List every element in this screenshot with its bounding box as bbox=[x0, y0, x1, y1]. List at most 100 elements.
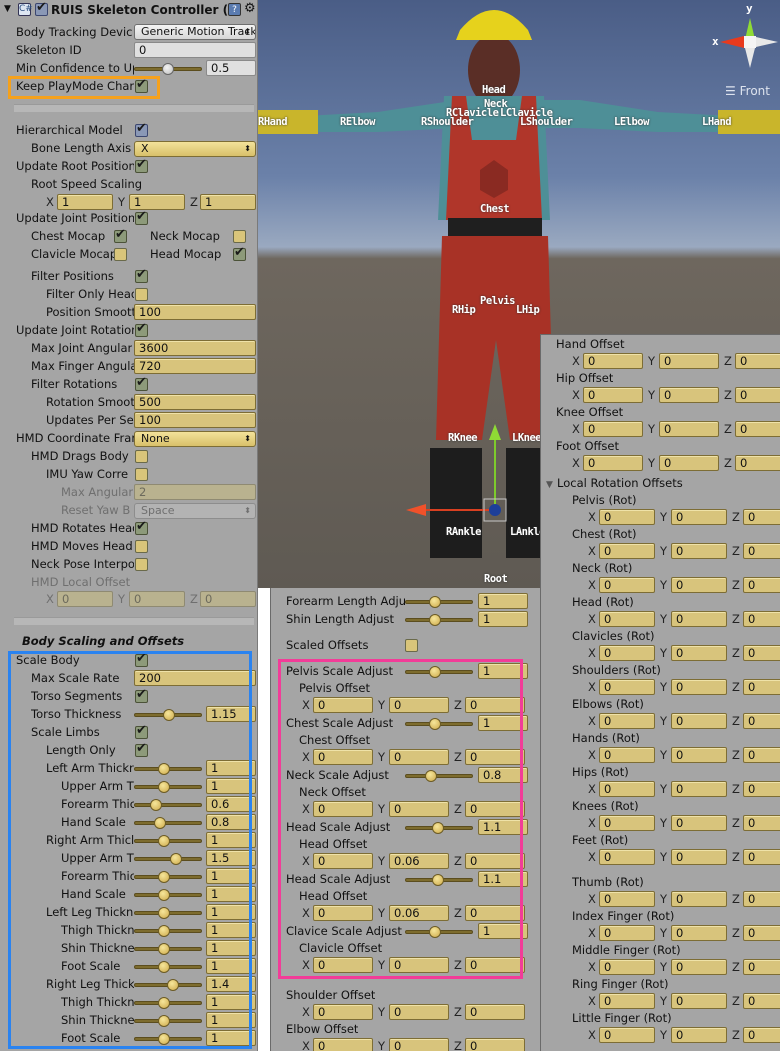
rotation-z-field[interactable]: 0 bbox=[743, 781, 780, 797]
rotation-y-field[interactable]: 0 bbox=[671, 645, 727, 661]
rotation-z-field[interactable]: 0 bbox=[743, 509, 780, 525]
rotation-x-field[interactable]: 0 bbox=[599, 925, 655, 941]
rotation-y-field[interactable]: 0 bbox=[671, 849, 727, 865]
gizmo-x-label[interactable]: x bbox=[712, 35, 719, 48]
rotation-y-field[interactable]: 0 bbox=[671, 925, 727, 941]
rotation-y-field[interactable]: 0 bbox=[671, 747, 727, 763]
rotation-y-field[interactable]: 0 bbox=[671, 1027, 727, 1043]
slider-thumb[interactable] bbox=[162, 63, 174, 75]
rotation-x-field[interactable]: 0 bbox=[599, 679, 655, 695]
rotation-x-field[interactable]: 0 bbox=[599, 577, 655, 593]
bone-length-axis-dropdown[interactable]: X ⬍ bbox=[134, 141, 256, 157]
rotation-z-field[interactable]: 0 bbox=[743, 993, 780, 1009]
shin-length-field[interactable]: 1 bbox=[478, 611, 528, 627]
rotation-x-field[interactable]: 0 bbox=[599, 611, 655, 627]
rotation-x-field[interactable]: 0 bbox=[599, 645, 655, 661]
rotation-z-field[interactable]: 0 bbox=[743, 543, 780, 559]
max-joint-angular-field[interactable]: 3600 bbox=[134, 340, 256, 356]
rotation-z-field[interactable]: 0 bbox=[743, 849, 780, 865]
rotation-z-field[interactable]: 0 bbox=[743, 1027, 780, 1043]
chest-mocap-checkbox[interactable] bbox=[114, 227, 127, 243]
offset-z-field[interactable]: 0 bbox=[735, 387, 780, 403]
rotation-z-field[interactable]: 0 bbox=[743, 713, 780, 729]
rotation-y-field[interactable]: 0 bbox=[671, 815, 727, 831]
filter-only-head-checkbox[interactable] bbox=[135, 288, 148, 301]
local-rotation-offsets-title[interactable]: Local Rotation Offsets bbox=[557, 476, 683, 490]
rotation-z-field[interactable]: 0 bbox=[743, 747, 780, 763]
rotation-y-field[interactable]: 0 bbox=[671, 781, 727, 797]
hmd-rotates-head-checkbox[interactable] bbox=[135, 519, 148, 535]
rotation-z-field[interactable]: 0 bbox=[743, 577, 780, 593]
root-speed-y-field[interactable]: 1 bbox=[129, 194, 185, 210]
offset-x-field[interactable]: 0 bbox=[583, 353, 643, 369]
position-smoothing-field[interactable]: 100 bbox=[134, 304, 256, 320]
hmd-coordinate-frame-dropdown[interactable]: None ⬍ bbox=[134, 431, 256, 447]
offset-z-field[interactable]: 0 bbox=[465, 1004, 525, 1020]
rotation-y-field[interactable]: 0 bbox=[671, 509, 727, 525]
rotation-y-field[interactable]: 0 bbox=[671, 993, 727, 1009]
imu-yaw-correction-checkbox[interactable] bbox=[135, 468, 148, 481]
rotation-y-field[interactable]: 0 bbox=[671, 891, 727, 907]
updates-per-second-field[interactable]: 100 bbox=[134, 412, 256, 428]
offset-z-field[interactable]: 0 bbox=[735, 353, 780, 369]
hierarchical-model-checkbox[interactable] bbox=[135, 121, 148, 137]
offset-y-field[interactable]: 0 bbox=[659, 387, 719, 403]
update-joint-rotations-checkbox[interactable] bbox=[135, 321, 148, 337]
body-tracking-device-dropdown[interactable]: Generic Motion Track ⬍ bbox=[134, 24, 256, 40]
scaled-offsets-checkbox[interactable] bbox=[405, 639, 418, 652]
skeleton-id-field[interactable]: 0 bbox=[134, 42, 256, 58]
rotation-z-field[interactable]: 0 bbox=[743, 959, 780, 975]
rotation-y-field[interactable]: 0 bbox=[671, 543, 727, 559]
update-root-position-checkbox[interactable] bbox=[135, 157, 148, 173]
rotation-x-field[interactable]: 0 bbox=[599, 1027, 655, 1043]
min-confidence-field[interactable]: 0.5 bbox=[206, 60, 256, 76]
max-finger-angular-field[interactable]: 720 bbox=[134, 358, 256, 374]
rotation-y-field[interactable]: 0 bbox=[671, 959, 727, 975]
rotation-x-field[interactable]: 0 bbox=[599, 747, 655, 763]
update-joint-positions-checkbox[interactable] bbox=[135, 209, 148, 225]
clavicle-mocap-checkbox[interactable] bbox=[114, 248, 127, 261]
root-speed-z-field[interactable]: 1 bbox=[200, 194, 256, 210]
slider-thumb[interactable] bbox=[429, 614, 442, 626]
offset-x-field[interactable]: 0 bbox=[583, 455, 643, 471]
slider-thumb[interactable] bbox=[429, 596, 442, 608]
neck-mocap-checkbox[interactable] bbox=[233, 230, 246, 243]
rotation-z-field[interactable]: 0 bbox=[743, 925, 780, 941]
forearm-length-field[interactable]: 1 bbox=[478, 593, 528, 609]
rotation-x-field[interactable]: 0 bbox=[599, 543, 655, 559]
offset-y-field[interactable]: 0 bbox=[659, 421, 719, 437]
rotation-z-field[interactable]: 0 bbox=[743, 891, 780, 907]
offset-z-field[interactable]: 0 bbox=[735, 421, 780, 437]
rotation-y-field[interactable]: 0 bbox=[671, 577, 727, 593]
rotation-z-field[interactable]: 0 bbox=[743, 679, 780, 695]
foldout-arrow-icon[interactable]: ▼ bbox=[546, 480, 553, 490]
rotation-y-field[interactable]: 0 bbox=[671, 679, 727, 695]
offset-x-field[interactable]: 0 bbox=[583, 387, 643, 403]
rotation-x-field[interactable]: 0 bbox=[599, 713, 655, 729]
offset-x-field[interactable]: 0 bbox=[583, 421, 643, 437]
rotation-smoothing-field[interactable]: 500 bbox=[134, 394, 256, 410]
rotation-x-field[interactable]: 0 bbox=[599, 781, 655, 797]
rotation-z-field[interactable]: 0 bbox=[743, 645, 780, 661]
gizmo-y-label[interactable]: y bbox=[746, 2, 753, 15]
neck-pose-interp-checkbox[interactable] bbox=[135, 558, 148, 571]
offset-z-field[interactable]: 0 bbox=[735, 455, 780, 471]
offset-y-field[interactable]: 0 bbox=[389, 1004, 449, 1020]
hmd-drags-body-checkbox[interactable] bbox=[135, 450, 148, 463]
hmd-moves-head-checkbox[interactable] bbox=[135, 540, 148, 553]
rotation-z-field[interactable]: 0 bbox=[743, 815, 780, 831]
offset-y-field[interactable]: 0 bbox=[659, 353, 719, 369]
rotation-x-field[interactable]: 0 bbox=[599, 993, 655, 1009]
rotation-x-field[interactable]: 0 bbox=[599, 815, 655, 831]
head-mocap-checkbox[interactable] bbox=[233, 245, 246, 261]
rotation-z-field[interactable]: 0 bbox=[743, 611, 780, 627]
offset-x-field[interactable]: 0 bbox=[313, 1004, 373, 1020]
root-speed-x-field[interactable]: 1 bbox=[57, 194, 113, 210]
offset-z-field[interactable]: 0 bbox=[465, 1038, 525, 1051]
rotation-y-field[interactable]: 0 bbox=[671, 611, 727, 627]
foldout-arrow-icon[interactable]: ▼ bbox=[4, 4, 11, 14]
filter-positions-checkbox[interactable] bbox=[135, 267, 148, 283]
offset-y-field[interactable]: 0 bbox=[389, 1038, 449, 1051]
offset-y-field[interactable]: 0 bbox=[659, 455, 719, 471]
rotation-x-field[interactable]: 0 bbox=[599, 959, 655, 975]
